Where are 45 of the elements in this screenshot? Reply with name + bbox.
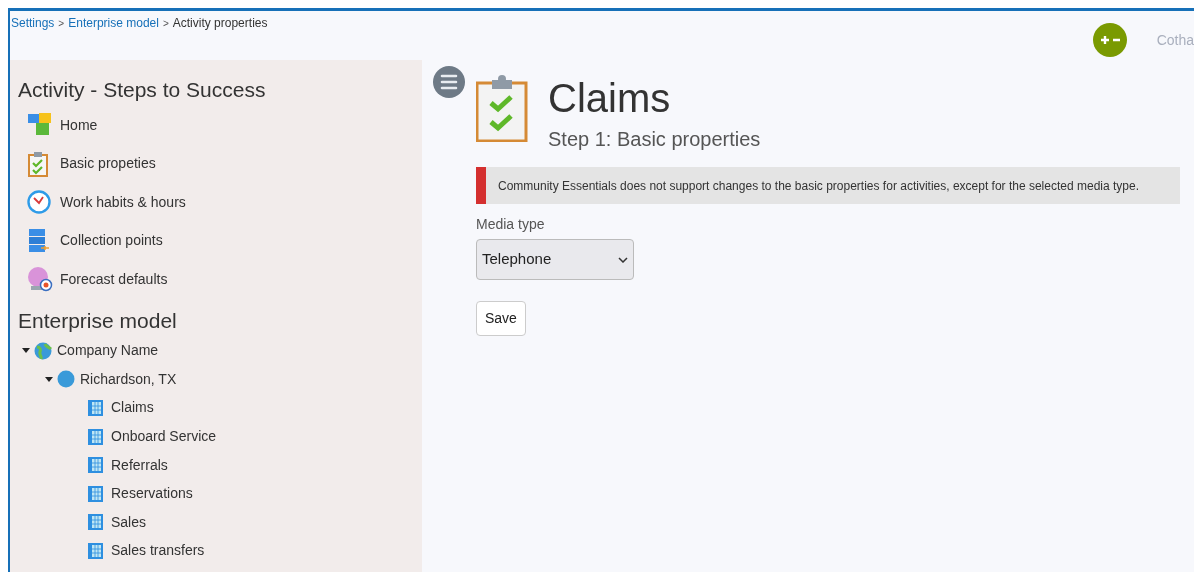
nav-link[interactable]: Basic propeties [60,153,156,175]
clock-icon [27,190,51,215]
tree-item[interactable]: Onboard Service [111,426,217,448]
tree-item[interactable]: Sales [111,511,147,533]
menu-icon[interactable] [433,66,465,98]
calculator-icon [88,428,103,445]
crystal-ball-icon [27,266,53,293]
nav-link[interactable]: Collection points [60,230,163,252]
nav-link[interactable]: Forecast defaults [60,268,168,290]
breadcrumb-link[interactable]: Settings [11,14,55,32]
clipboard-check-icon [27,150,49,177]
nav-link[interactable]: Work habits & hours [60,191,186,213]
database-icon [27,227,51,254]
chevron-down-icon [618,256,628,263]
expanded-caret-icon[interactable] [45,376,53,382]
globe-icon [34,341,52,360]
tree-item[interactable]: Referrals [111,454,168,476]
breadcrumb-link[interactable]: Enterprise model [68,14,159,32]
breadcrumb-separator: > [162,16,169,31]
clipboard-check-icon [476,74,528,142]
globe-icon [57,370,75,389]
calculator-icon [88,514,103,531]
notice-text: Community Essentials does not support changes to the basic properties for activities, except for the selected media type. [498,177,1139,195]
field-label: Media type [476,215,546,234]
tree-item[interactable]: Richardson, TX [80,368,177,390]
add-remove-icon[interactable] [1092,23,1127,57]
page-title: Claims [548,76,672,120]
media-type-select[interactable]: Telephone [476,239,634,280]
calculator-icon [88,457,103,474]
tree-item[interactable]: Sales transfers [111,540,205,562]
tree-item[interactable]: Reservations [111,483,193,505]
calculator-icon [88,485,103,502]
calculator-icon [88,400,103,416]
nav-link[interactable]: Home [60,114,98,136]
user-name: Cotha [1156,30,1194,50]
expanded-caret-icon[interactable] [22,348,30,354]
page-subtitle: Step 1: Basic properties [548,127,761,152]
breadcrumb-separator: > [58,16,65,31]
tree-title: Enterprise model [18,308,178,333]
sidebar-title: Activity - Steps to Success [18,78,267,102]
tree-item[interactable]: Company Name [57,340,159,362]
calculator-icon [88,542,103,559]
breadcrumb-current: Activity properties [172,15,268,32]
tree-item[interactable]: Claims [111,397,154,419]
save-button[interactable]: Save [476,301,526,336]
